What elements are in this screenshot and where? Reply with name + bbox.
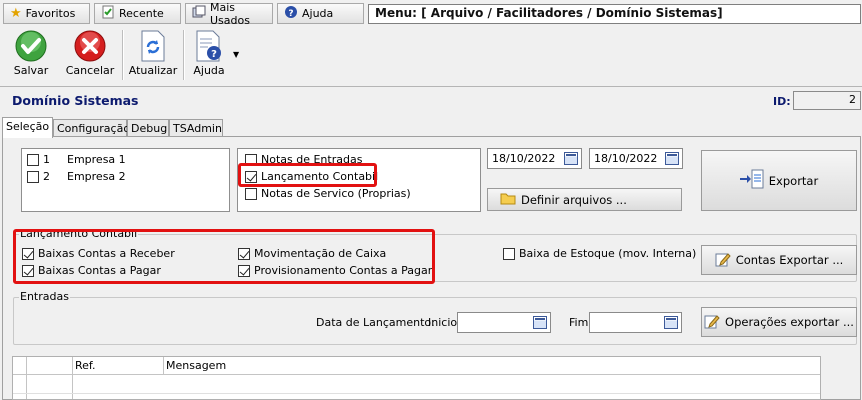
recent-icon	[101, 5, 115, 22]
calendar-icon[interactable]	[664, 316, 678, 329]
grid-header-ref[interactable]: Ref.	[73, 357, 164, 375]
favoritos-button[interactable]: ★ Favoritos	[3, 3, 90, 24]
empresas-list[interactable]: 1 Empresa 1 2 Empresa 2	[21, 148, 230, 212]
stack-icon	[192, 5, 206, 22]
cancel-icon	[74, 30, 106, 62]
atualizar-label: Atualizar	[128, 64, 178, 77]
svg-text:?: ?	[211, 49, 217, 60]
definir-arquivos-button[interactable]: Definir arquivos ...	[487, 188, 682, 211]
recente-label: Recente	[119, 7, 164, 20]
menu-path: Menu: [ Arquivo / Facilitadores / Domíni…	[368, 4, 861, 24]
folder-icon	[500, 192, 516, 208]
ajuda-shortcut-label: Ajuda	[302, 7, 334, 20]
date-end-value: 18/10/2022	[594, 152, 658, 165]
grid-header-blank[interactable]	[27, 357, 73, 375]
mais-usados-label: Mais Usados	[210, 0, 250, 27]
tab-configuracao[interactable]: Configuração	[53, 119, 130, 137]
svg-text:?: ?	[288, 9, 293, 19]
tab-tsadmin[interactable]: TSAdmin	[169, 119, 223, 137]
empresa-1-checkbox[interactable]	[27, 153, 39, 166]
baixa-estoque-checkbox[interactable]	[503, 247, 515, 260]
toolbar-separator	[183, 30, 185, 80]
recente-button[interactable]: Recente	[94, 3, 181, 24]
definir-arquivos-label: Definir arquivos ...	[521, 192, 627, 207]
ajuda-button[interactable]: ? Ajuda	[190, 30, 228, 82]
date-start-value: 18/10/2022	[492, 152, 556, 165]
refresh-icon	[137, 30, 169, 62]
grid-cell[interactable]	[27, 375, 73, 399]
toolbar-separator	[122, 30, 124, 80]
empresa-name: Empresa 2	[67, 170, 126, 183]
entradas-group-label: Entradas	[19, 290, 70, 303]
list-item[interactable]: 1 Empresa 1	[27, 153, 126, 166]
contas-exportar-button[interactable]: Contas Exportar ...	[701, 245, 857, 275]
list-item[interactable]: Notas de Servico (Proprias)	[245, 187, 411, 200]
grid-row-divider	[13, 393, 820, 394]
ajuda-label: Ajuda	[193, 64, 225, 77]
edit-document-icon	[704, 313, 720, 332]
page-title: Domínio Sistemas	[12, 93, 139, 108]
salvar-button[interactable]: Salvar	[10, 30, 52, 82]
calendar-icon[interactable]	[533, 316, 547, 329]
atualizar-button[interactable]: Atualizar	[129, 30, 177, 82]
help-document-icon: ?	[193, 30, 225, 62]
inicio-date-input[interactable]	[457, 312, 551, 333]
highlight-lancamento-contabil-group	[13, 229, 435, 284]
star-icon: ★	[10, 6, 22, 21]
help-icon: ?	[284, 5, 298, 22]
baixa-estoque-option[interactable]: Baixa de Estoque (mov. Interna)	[503, 247, 696, 260]
tab-selecao[interactable]: Seleção	[2, 117, 53, 138]
notas-servico-checkbox[interactable]	[245, 187, 257, 200]
inicio-label: Inicio	[428, 316, 458, 329]
grid-row-indicator	[13, 375, 27, 399]
highlight-lancamento-contabil	[238, 163, 377, 187]
fim-label: Fim	[569, 316, 589, 329]
operacoes-exportar-button[interactable]: Operações exportar ...	[701, 307, 857, 337]
salvar-label: Salvar	[13, 64, 49, 77]
check-icon	[15, 30, 47, 62]
data-lancamento-label: Data de Lançamento:	[316, 316, 435, 329]
empresa-number: 2	[43, 170, 50, 183]
id-label: ID:	[773, 95, 791, 108]
exportar-button[interactable]: Exportar	[701, 150, 857, 211]
contas-exportar-label: Contas Exportar ...	[735, 253, 844, 267]
exportar-label: Exportar	[768, 173, 819, 188]
message-grid[interactable]: Ref. Mensagem	[12, 356, 821, 400]
export-icon	[739, 168, 764, 193]
cancelar-button[interactable]: Cancelar	[66, 30, 114, 82]
favoritos-label: Favoritos	[25, 7, 76, 20]
empresa-number: 1	[43, 153, 50, 166]
baixa-estoque-label: Baixa de Estoque (mov. Interna)	[519, 247, 697, 260]
calendar-icon[interactable]	[665, 152, 679, 165]
fim-date-input[interactable]	[589, 312, 682, 333]
operacoes-exportar-label: Operações exportar ...	[725, 315, 854, 329]
cancelar-label: Cancelar	[65, 64, 115, 77]
toolbar-divider	[0, 86, 862, 87]
date-start-input[interactable]: 18/10/2022	[487, 148, 582, 169]
edit-document-icon	[715, 251, 731, 270]
ajuda-shortcut-button[interactable]: ? Ajuda	[277, 3, 364, 24]
option-label: Notas de Servico (Proprias)	[261, 187, 411, 200]
ajuda-dropdown-arrow-icon[interactable]: ▼	[233, 50, 239, 59]
empresa-2-checkbox[interactable]	[27, 170, 39, 183]
grid-header-indicator	[13, 357, 27, 375]
list-item[interactable]: 2 Empresa 2	[27, 170, 126, 183]
grid-header-mensagem[interactable]: Mensagem	[164, 357, 820, 375]
empresa-name: Empresa 1	[67, 153, 126, 166]
mais-usados-button[interactable]: Mais Usados	[185, 0, 273, 27]
date-end-input[interactable]: 18/10/2022	[589, 148, 683, 169]
calendar-icon[interactable]	[564, 152, 578, 165]
id-field[interactable]: 2	[793, 91, 861, 110]
tab-debug[interactable]: Debug	[127, 119, 169, 137]
